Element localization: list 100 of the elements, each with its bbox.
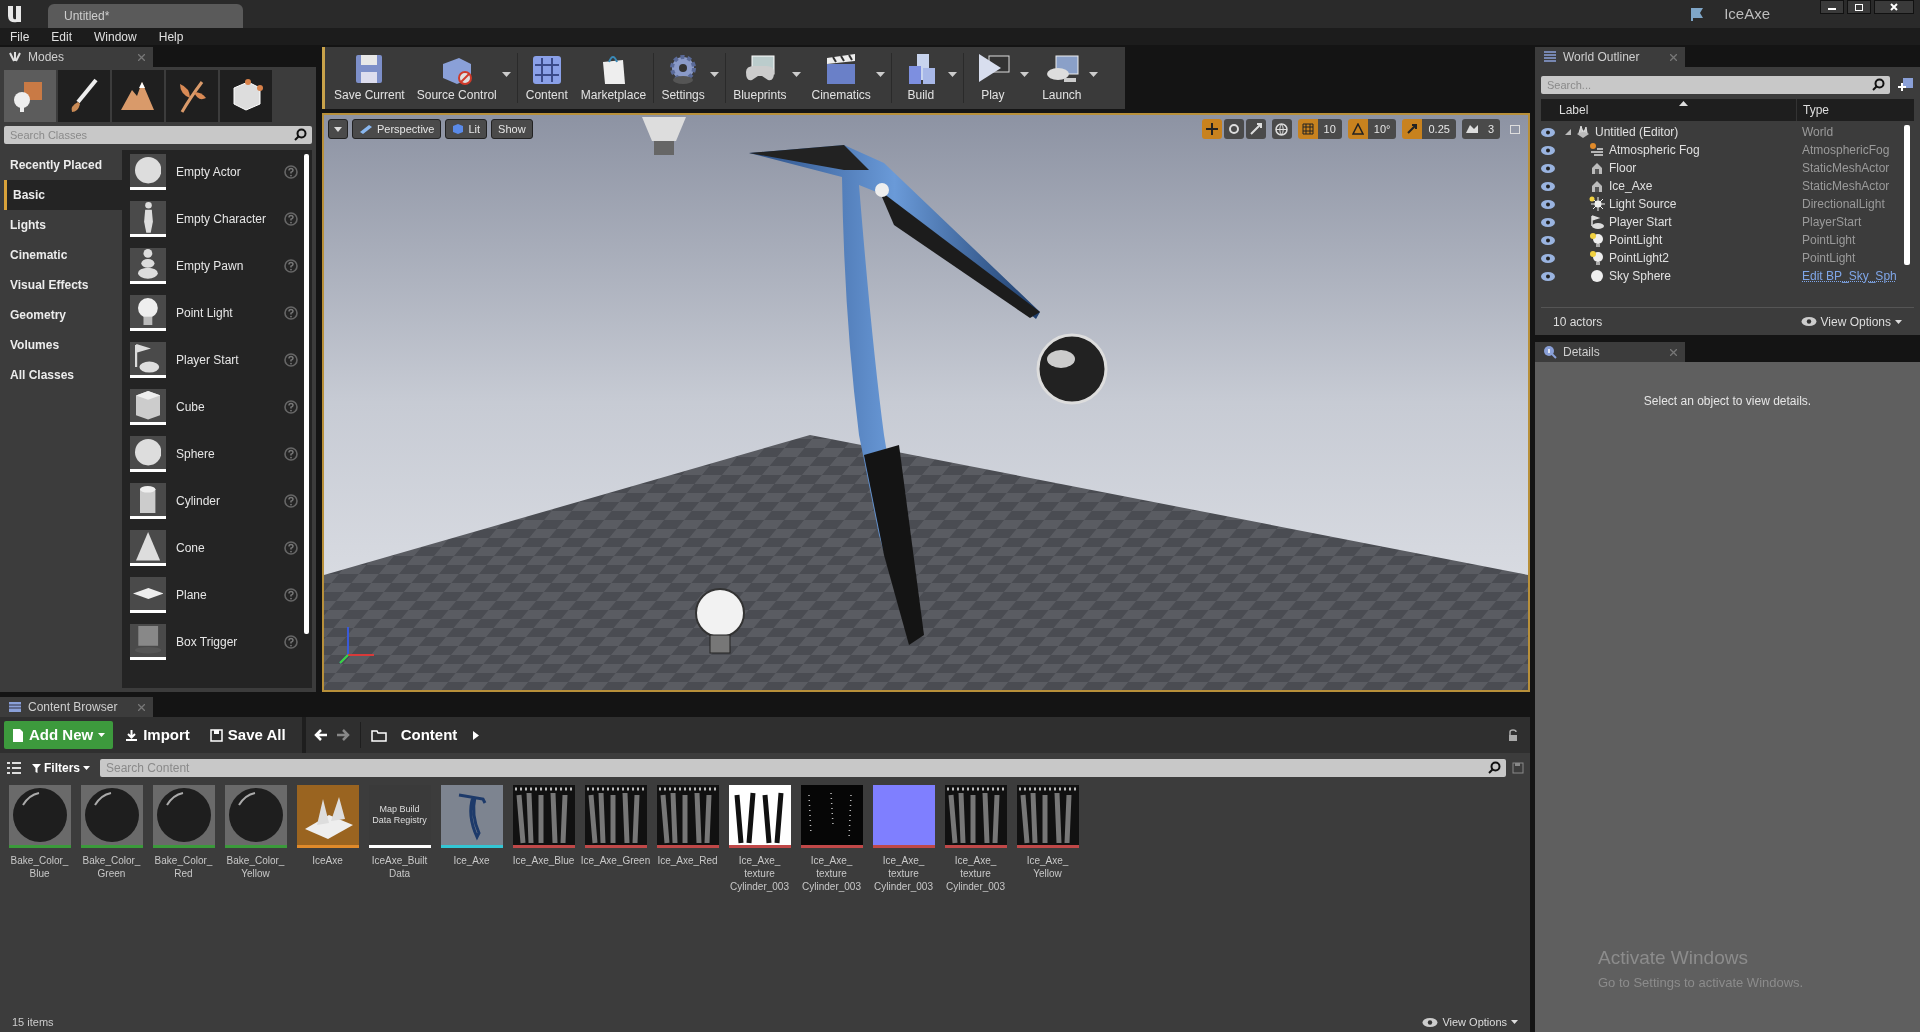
asset-name[interactable]: Ice_Axe_ texture Cylinder_003 [946, 854, 1005, 893]
item-label[interactable]: Empty Pawn [176, 257, 274, 275]
snap-value-dropdown[interactable]: 10° [1367, 119, 1397, 139]
asset-name[interactable]: Ice_Axe_Green [580, 854, 651, 867]
asset-tile[interactable] [296, 785, 359, 848]
asset-tile[interactable] [872, 785, 935, 848]
viewport-options-button[interactable] [328, 119, 348, 139]
asset-tile[interactable] [152, 785, 215, 848]
help-icon[interactable] [284, 400, 298, 414]
toolbar-button[interactable]: Save Current [329, 50, 410, 106]
forward-arrow-icon[interactable] [335, 729, 350, 741]
panel-tab[interactable]: Modes [0, 47, 153, 67]
dropdown-arrow-icon[interactable] [710, 72, 720, 78]
dropdown-arrow-icon[interactable] [947, 72, 957, 78]
asset-tile[interactable] [728, 785, 791, 848]
column-header[interactable]: Type [1796, 99, 1914, 121]
actor-label[interactable]: Player Start [1609, 213, 1672, 231]
save-all-button[interactable]: Save All [201, 721, 294, 749]
search-field[interactable]: Search Content [100, 759, 1506, 777]
help-icon[interactable] [284, 588, 298, 602]
toolbar-button[interactable]: Source Control [411, 50, 515, 106]
grid-snap-button[interactable] [1297, 119, 1318, 139]
asset-name[interactable]: Bake_Color_ Green [82, 854, 141, 880]
add-folder-icon[interactable] [1898, 77, 1914, 93]
eye-icon[interactable] [1541, 181, 1555, 191]
eye-icon[interactable] [1541, 145, 1555, 155]
close-tab-icon[interactable] [1670, 53, 1677, 61]
mode-tab[interactable] [220, 70, 272, 122]
filters-button[interactable]: Filters [28, 759, 94, 777]
item-thumbnail[interactable] [130, 577, 166, 613]
scale-snap-button[interactable] [1402, 119, 1423, 139]
category-item[interactable]: Volumes [4, 330, 122, 360]
dropdown-arrow-icon[interactable] [1088, 72, 1098, 78]
document-tab[interactable]: Untitled* [48, 4, 243, 28]
category-item[interactable]: Lights [4, 210, 122, 240]
search-icon[interactable] [1872, 78, 1885, 91]
asset-tile[interactable] [80, 785, 143, 848]
asset-tile[interactable] [440, 785, 503, 848]
view-options-button[interactable]: View Options [1422, 1013, 1518, 1031]
asset-tile[interactable] [800, 785, 863, 848]
category-item[interactable]: Basic [4, 180, 122, 210]
add-new-button[interactable]: Add New [4, 721, 114, 749]
scale-tool-button[interactable] [1245, 119, 1266, 139]
lock-icon[interactable] [1508, 729, 1518, 741]
category-item[interactable]: All Classes [4, 360, 122, 390]
item-label[interactable]: Box Trigger [176, 633, 274, 651]
column-header[interactable]: Label [1541, 99, 1796, 121]
asset-name[interactable]: Bake_Color_ Red [154, 854, 213, 880]
camera-speed-button[interactable] [1461, 119, 1482, 139]
angle-snap-button[interactable] [1347, 119, 1368, 139]
item-label[interactable]: Point Light [176, 304, 274, 322]
help-icon[interactable] [284, 353, 298, 367]
menu-item[interactable]: Window [94, 30, 137, 43]
globe-button[interactable] [1271, 119, 1292, 139]
toolbar-button[interactable]: Build [893, 50, 961, 106]
item-label[interactable]: Sphere [176, 445, 274, 463]
item-label[interactable]: Player Start [176, 351, 274, 369]
asset-name[interactable]: Ice_Axe_Red [657, 854, 718, 867]
snap-value-dropdown[interactable]: 10 [1317, 119, 1342, 139]
close-tab-icon[interactable] [1670, 348, 1677, 356]
actor-label[interactable]: PointLight [1609, 231, 1663, 249]
panel-tab[interactable]: Details [1535, 342, 1685, 362]
item-thumbnail[interactable] [130, 248, 166, 284]
item-thumbnail[interactable] [130, 295, 166, 331]
close-tab-icon[interactable] [138, 53, 145, 61]
item-thumbnail[interactable] [130, 201, 166, 237]
asset-name[interactable]: Bake_Color_ Yellow [226, 854, 285, 880]
dropdown-arrow-icon[interactable] [875, 72, 885, 78]
category-item[interactable]: Cinematic [4, 240, 122, 270]
asset-name[interactable]: Ice_Axe_ Yellow [1026, 854, 1069, 880]
back-arrow-icon[interactable] [313, 729, 328, 741]
eye-icon[interactable] [1541, 253, 1555, 263]
asset-name[interactable]: Ice_Axe_Blue [512, 854, 575, 867]
view-options-button[interactable]: View Options [1800, 312, 1902, 331]
snap-value-dropdown[interactable]: 0.25 [1422, 119, 1456, 139]
rotate-tool-button[interactable] [1223, 119, 1244, 139]
actor-label[interactable]: Light Source [1609, 195, 1677, 213]
item-thumbnail[interactable] [130, 154, 166, 190]
eye-icon[interactable] [1541, 217, 1555, 227]
toolbar-button[interactable]: Play [965, 50, 1033, 106]
caret-icon[interactable] [473, 730, 480, 740]
menu-item[interactable]: File [10, 30, 30, 43]
actor-label[interactable]: PointLight2 [1609, 249, 1670, 267]
item-label[interactable]: Empty Actor [176, 163, 274, 181]
help-icon[interactable] [284, 494, 298, 508]
mode-tab[interactable] [58, 70, 110, 122]
actor-label[interactable]: Atmospheric Fog [1609, 141, 1700, 159]
minimize-button[interactable] [1820, 0, 1844, 14]
asset-tile[interactable] [512, 785, 575, 848]
search-icon[interactable] [1488, 761, 1501, 774]
category-item[interactable]: Geometry [4, 300, 122, 330]
scrollbar[interactable] [304, 154, 309, 634]
item-thumbnail[interactable] [130, 483, 166, 519]
actor-label[interactable]: Sky Sphere [1609, 267, 1672, 285]
search-icon[interactable] [294, 128, 307, 141]
help-icon[interactable] [284, 447, 298, 461]
maximize-button[interactable] [1847, 0, 1871, 14]
edit-blueprint-link[interactable]: Edit BP_Sky_Sph [1796, 267, 1897, 285]
expander-arrow-icon[interactable] [1565, 129, 1571, 135]
category-item[interactable]: Recently Placed [4, 150, 122, 180]
